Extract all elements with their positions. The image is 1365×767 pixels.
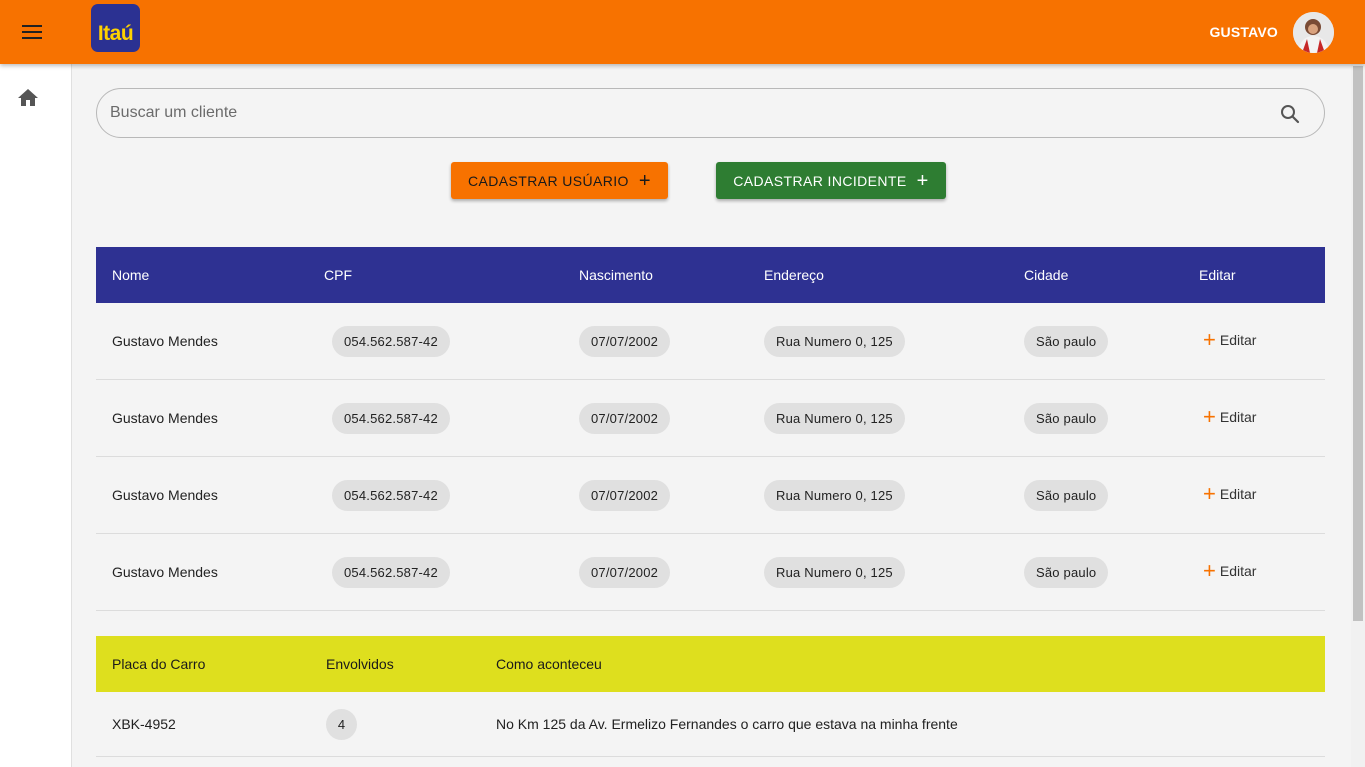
table-row: Gustavo Mendes 054.562.587-42 07/07/2002… [96,534,1325,611]
plus-icon: + [1203,404,1216,429]
add-user-label: CADASTRAR USÚARIO [468,172,629,189]
scrollbar-thumb[interactable] [1353,66,1363,621]
table-row: XBK-4952 4 No Km 125 da Av. Ermelizo Fer… [96,692,1325,757]
column-header-description: Como aconteceu [496,656,602,672]
edit-label: Editar [1219,332,1257,348]
column-header-cpf: CPF [324,267,352,283]
add-incident-label: CADASTRAR INCIDENTE [733,172,907,189]
menu-icon[interactable] [16,16,48,48]
edit-button[interactable]: + Editar [1203,558,1257,583]
involved-count-chip: 4 [326,709,357,740]
city-chip: São paulo [1024,326,1109,357]
edit-button[interactable]: + Editar [1203,404,1257,429]
address-chip: Rua Numero 0, 125 [764,480,905,511]
plus-icon: + [1203,327,1216,352]
column-header-name: Nome [112,267,150,283]
incidents-table: Placa do Carro Envolvidos Como aconteceu… [96,636,1325,757]
plus-icon: + [638,169,651,192]
edit-label: Editar [1219,486,1257,502]
column-header-edit: Editar [1199,267,1236,283]
clients-table: Nome CPF Nascimento Endereço Cidade Edit… [96,247,1325,611]
edit-button[interactable]: + Editar [1203,327,1257,352]
cpf-chip: 054.562.587-42 [332,403,450,434]
table-row: Gustavo Mendes 054.562.587-42 07/07/2002… [96,303,1325,380]
cpf-chip: 054.562.587-42 [332,326,450,357]
home-icon[interactable] [16,86,40,110]
address-chip: Rua Numero 0, 125 [764,403,905,434]
address-chip: Rua Numero 0, 125 [764,326,905,357]
plus-icon: + [1203,481,1216,506]
birth-chip: 07/07/2002 [579,326,671,357]
search-input[interactable] [110,89,1260,137]
plus-icon: + [1203,558,1216,583]
city-chip: São paulo [1024,557,1109,588]
search-icon[interactable] [1280,104,1300,124]
edit-label: Editar [1219,409,1257,425]
column-header-involved: Envolvidos [326,656,394,672]
birth-chip: 07/07/2002 [579,480,671,511]
birth-chip: 07/07/2002 [579,557,671,588]
edit-label: Editar [1219,563,1257,579]
top-app-bar: Itaú GUSTAVO [0,0,1365,64]
column-header-plate: Placa do Carro [112,656,206,672]
table-row: Gustavo Mendes 054.562.587-42 07/07/2002… [96,457,1325,534]
logo-text: Itaú [97,22,134,45]
address-chip: Rua Numero 0, 125 [764,557,905,588]
add-user-button[interactable]: CADASTRAR USÚARIO + [451,162,668,199]
scrollbar[interactable] [1351,64,1365,767]
cpf-chip: 054.562.587-42 [332,480,450,511]
city-chip: São paulo [1024,480,1109,511]
client-name: Gustavo Mendes [112,410,218,426]
search-bar [96,88,1325,138]
avatar[interactable] [1293,12,1334,53]
birth-chip: 07/07/2002 [579,403,671,434]
edit-button[interactable]: + Editar [1203,481,1257,506]
car-plate: XBK-4952 [112,716,176,732]
client-name: Gustavo Mendes [112,487,218,503]
incident-description: No Km 125 da Av. Ermelizo Fernandes o ca… [496,716,958,732]
plus-icon: + [916,169,929,192]
add-incident-button[interactable]: CADASTRAR INCIDENTE + [716,162,946,199]
incidents-table-header: Placa do Carro Envolvidos Como aconteceu [96,636,1325,692]
side-nav [0,64,72,767]
client-name: Gustavo Mendes [112,333,218,349]
cpf-chip: 054.562.587-42 [332,557,450,588]
column-header-address: Endereço [764,267,824,283]
username-label: GUSTAVO [1209,24,1278,40]
city-chip: São paulo [1024,403,1109,434]
clients-table-header: Nome CPF Nascimento Endereço Cidade Edit… [96,247,1325,303]
column-header-birth: Nascimento [579,267,653,283]
client-name: Gustavo Mendes [112,564,218,580]
column-header-city: Cidade [1024,267,1069,283]
table-row: Gustavo Mendes 054.562.587-42 07/07/2002… [96,380,1325,457]
itau-logo[interactable]: Itaú [91,4,140,52]
